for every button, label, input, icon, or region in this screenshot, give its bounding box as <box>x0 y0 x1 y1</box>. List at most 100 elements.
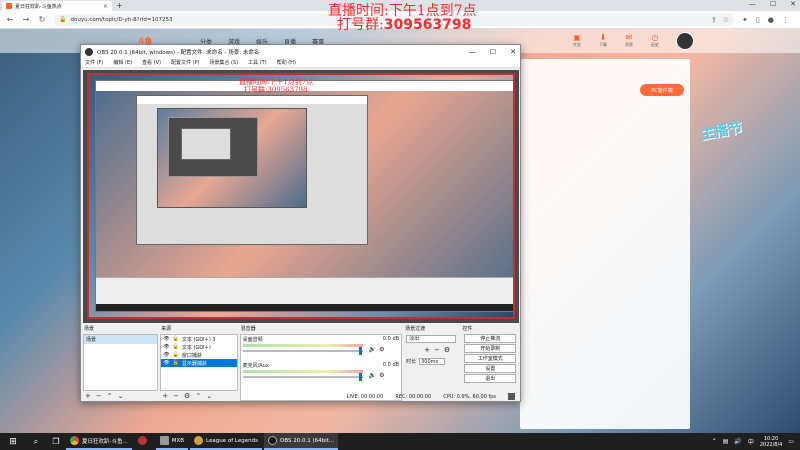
obs-preview[interactable]: 直播时间:下午1点到7点 打号群:309563798 <box>83 70 519 323</box>
display-capture-source[interactable]: 直播时间:下午1点到7点 打号群:309563798 <box>87 73 515 319</box>
user-avatar[interactable] <box>676 32 694 50</box>
source-item-selected[interactable]: 👁 🔓 显示器捕获 <box>161 359 237 367</box>
lock-icon[interactable]: 🔓 <box>173 344 179 350</box>
mxb-icon <box>159 436 169 445</box>
system-tray: ⌃ ▤ 🔊 中 10:20 2022/8/4 ▭ <box>712 436 800 448</box>
taskbar-app-mxb[interactable]: MXB <box>155 433 189 450</box>
windows-start-icon[interactable]: ⊞ <box>0 437 26 447</box>
mixer-title: 混音器 <box>240 326 256 332</box>
stop-streaming-button[interactable]: 停止推流 <box>464 334 517 343</box>
douyu-header-icons: ▣任务 ⬇下载 ✉消息 ◷历史 ♥关注 <box>570 33 688 48</box>
volume-knob[interactable] <box>358 373 362 381</box>
obs-close-icon[interactable]: ✕ <box>510 48 516 56</box>
lock-icon[interactable]: 🔓 <box>173 336 179 342</box>
remove-icon[interactable]: − <box>434 346 440 354</box>
menu-help[interactable]: 帮助 (H) <box>277 59 296 66</box>
notification-icon[interactable]: ▭ <box>788 438 794 445</box>
eye-icon[interactable]: 👁 <box>163 336 169 342</box>
profile-icon[interactable]: ● <box>768 16 774 24</box>
close-icon[interactable]: ✕ <box>790 0 796 8</box>
transition-select[interactable]: 淡出 <box>406 335 457 343</box>
tab-close-icon[interactable]: × <box>103 3 108 10</box>
search-icon[interactable]: ⌕ <box>26 437 46 447</box>
obs-logo-icon <box>85 47 93 56</box>
gear-icon[interactable]: ⚙ <box>379 346 384 353</box>
clock[interactable]: 10:20 2022/8/4 <box>760 436 782 448</box>
settings-button[interactable]: 设置 <box>464 364 517 373</box>
live-timer: LIVE: 00:00:00 <box>346 393 384 400</box>
lock-icon[interactable]: 🔓 <box>173 360 179 366</box>
lock-icon[interactable]: 🔓 <box>173 352 179 358</box>
gear-icon[interactable]: ⚙ <box>444 346 450 354</box>
obs-menubar: 文件 (F) 编辑 (E) 查看 (V) 配置文件 (P) 场景集合 (S) 工… <box>81 58 520 68</box>
volume-icon[interactable]: 🔊 <box>734 438 741 445</box>
task-icon: ▣ <box>573 33 581 42</box>
extensions-icon[interactable]: ✦ <box>742 16 748 24</box>
volume-slider[interactable] <box>242 376 363 378</box>
gear-icon[interactable]: ⚙ <box>379 372 384 379</box>
duration-input[interactable]: 300ms <box>419 358 446 365</box>
scene-item[interactable]: 场景 <box>84 335 158 344</box>
taskbar-app-2[interactable] <box>134 433 154 450</box>
menu-file[interactable]: 文件 (F) <box>85 59 103 66</box>
eye-icon[interactable]: 👁 <box>163 352 169 358</box>
menu-scene-collection[interactable]: 场景集合 (S) <box>209 59 238 66</box>
volume-knob[interactable] <box>358 347 362 355</box>
mixer-channel: 麦克风/Aux 0.0 dB 🔊 ⚙ <box>242 362 400 381</box>
obs-minimize-icon[interactable]: — <box>469 48 476 56</box>
reload-icon[interactable]: ↻ <box>38 15 46 24</box>
obs-maximize-icon[interactable]: ☐ <box>490 48 496 56</box>
message-button[interactable]: ✉ 消息 <box>622 33 636 48</box>
taskbar-app-lol[interactable]: League of Legends <box>190 433 262 450</box>
scenes-dock: 场景 场景 + − ⌃ ⌄ <box>83 325 159 401</box>
chrome-icon <box>70 436 79 445</box>
bookmark-star-icon[interactable]: ☆ <box>723 16 729 24</box>
obs-statusbar: LIVE: 00:00:00 REC: 00:00:00 CPU: 0.9%, … <box>83 392 519 401</box>
menu-profile[interactable]: 配置文件 (P) <box>171 59 200 66</box>
source-item[interactable]: 👁 🔓 文本 (GDI+) <box>161 343 236 351</box>
window-controls: — ☐ ✕ <box>749 0 796 8</box>
lock-icon[interactable]: 🔒 <box>59 16 66 23</box>
minimize-icon[interactable]: — <box>749 0 756 8</box>
ime-icon[interactable]: 中 <box>748 437 754 446</box>
mixer-channel: 桌面音频 0.0 dB 🔊 ⚙ <box>242 336 400 355</box>
sidebar-icon[interactable]: ▯ <box>756 16 760 24</box>
menu-icon[interactable]: ⋮ <box>782 16 789 24</box>
download-button[interactable]: ⬇ 下载 <box>596 33 610 48</box>
speaker-icon[interactable]: 🔊 <box>369 346 376 353</box>
add-icon[interactable]: + <box>424 346 430 354</box>
eye-icon[interactable]: 👁 <box>163 344 169 350</box>
forward-icon[interactable]: → <box>22 15 30 24</box>
maximize-icon[interactable]: ☐ <box>770 0 776 8</box>
exit-button[interactable]: 退出 <box>464 374 517 383</box>
history-button[interactable]: ◷ 历史 <box>648 33 662 48</box>
volume-slider[interactable] <box>242 350 363 352</box>
menu-view[interactable]: 查看 (V) <box>142 59 161 66</box>
windows-taskbar: ⊞ ⌕ ❐ 夏日狂欢趴-斗鱼... MXB League of Legends … <box>0 433 800 450</box>
history-icon: ◷ <box>651 33 659 42</box>
menu-tools[interactable]: 工具 (T) <box>248 59 267 66</box>
source-item[interactable]: 👁 🔓 文本 (GDI+) 3 <box>161 335 236 343</box>
taskbar-app-obs[interactable]: OBS 20.0.1 (64bit... <box>263 433 339 450</box>
network-icon[interactable]: ▤ <box>723 438 729 445</box>
task-view-icon[interactable]: ❐ <box>46 437 66 446</box>
eye-icon[interactable]: 👁 <box>163 360 169 366</box>
menu-edit[interactable]: 编辑 (E) <box>113 59 132 66</box>
sources-dock: 来源 👁 🔓 文本 (GDI+) 3 👁 🔓 文本 (GDI+) 👁 🔓 窗口捕获 👁 🔓 显示… <box>160 325 238 401</box>
share-icon[interactable]: ⇪ <box>711 16 717 24</box>
taskbar-app-chrome[interactable]: 夏日狂欢趴-斗鱼... <box>66 433 132 450</box>
obs-title: OBS 20.0.1 (64bit, windows) - 配置文件: 未命名 … <box>97 49 260 56</box>
chevron-up-icon[interactable]: ⌃ <box>712 438 717 445</box>
new-tab-icon[interactable]: + <box>116 1 123 10</box>
rec-timer: REC: 00:00:00 <box>395 393 432 400</box>
controls-title: 控件 <box>462 326 473 332</box>
start-recording-button[interactable]: 开始录制 <box>464 344 517 353</box>
back-icon[interactable]: ← <box>6 15 14 24</box>
browser-tab[interactable]: 夏日狂欢趴-斗鱼热点 × <box>2 1 112 11</box>
task-button[interactable]: ▣ 任务 <box>570 33 584 48</box>
pc-client-button[interactable]: PC客户端 <box>640 84 684 96</box>
studio-mode-button[interactable]: 工作室模式 <box>464 354 517 363</box>
speaker-icon[interactable]: 🔊 <box>369 372 376 379</box>
source-item[interactable]: 👁 🔓 窗口捕获 <box>161 351 236 359</box>
controls-dock: 控件 停止推流 开始录制 工作室模式 设置 退出 <box>461 325 520 401</box>
